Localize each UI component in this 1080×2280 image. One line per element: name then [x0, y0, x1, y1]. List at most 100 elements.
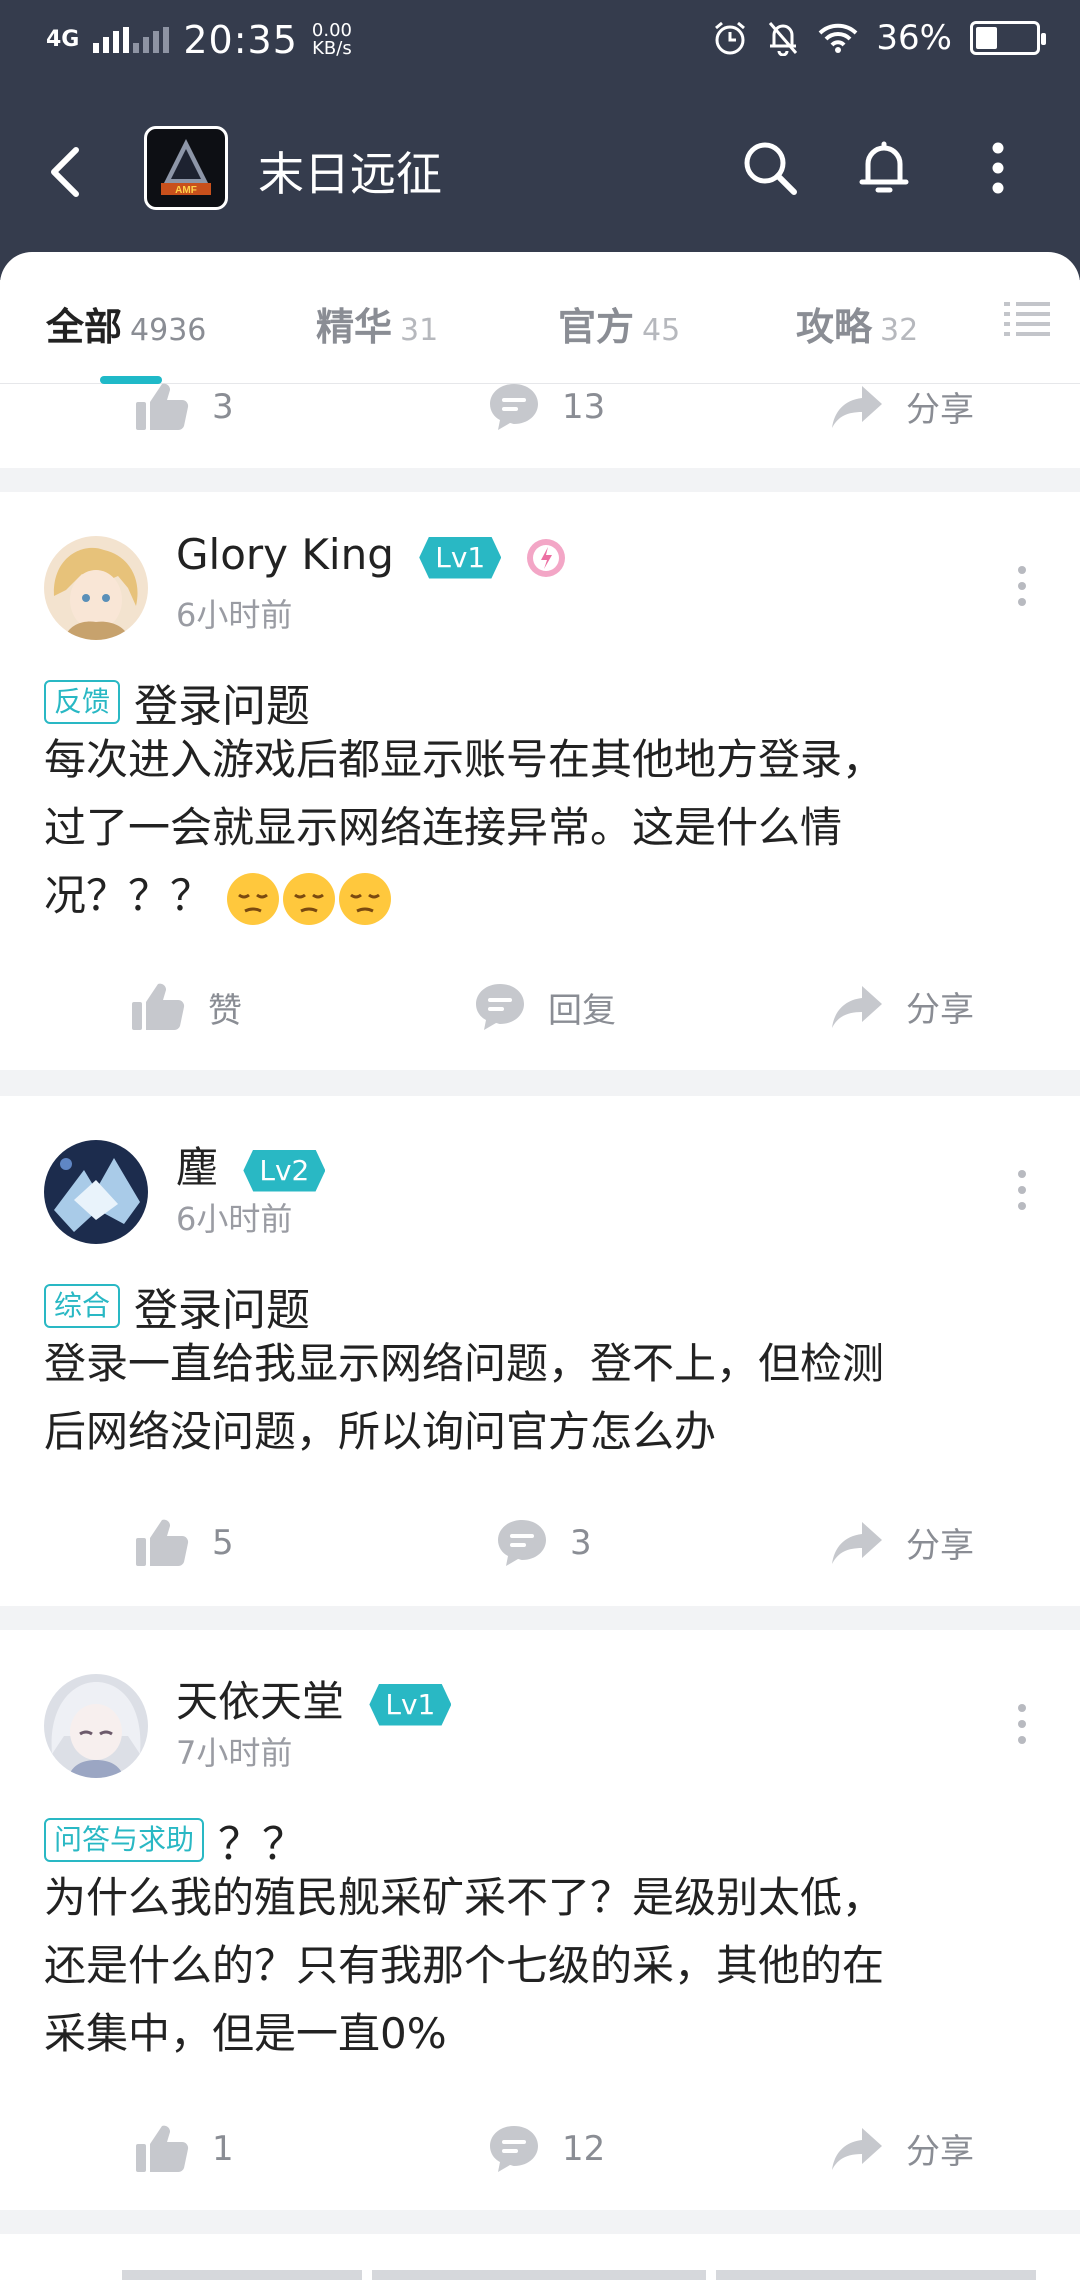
image-placeholder: [122, 2270, 362, 2280]
like-count: 1: [212, 2129, 234, 2169]
comment-button[interactable]: 12: [488, 2124, 605, 2174]
list-menu-icon[interactable]: [1004, 300, 1050, 340]
post-title-row[interactable]: 综合 登录问题: [44, 1274, 310, 1338]
avatar[interactable]: [44, 1674, 148, 1778]
comment-icon: [490, 2126, 538, 2172]
share-button[interactable]: 分享: [830, 2124, 974, 2173]
post-tag: 反馈: [44, 680, 121, 724]
post-title: 登录问题: [134, 1285, 311, 1336]
signal-icon: [93, 27, 170, 53]
status-time: 20:35: [183, 18, 298, 62]
post-more-icon[interactable]: [1014, 1704, 1030, 1754]
mute-bell-icon: [769, 22, 798, 56]
image-placeholder: [716, 2270, 1036, 2280]
comment-count: 13: [562, 387, 606, 427]
nav-bar: AMF 末日远征: [0, 120, 1080, 220]
network-type: 4G: [46, 27, 80, 52]
username[interactable]: Glory King Lv1: [176, 530, 567, 579]
post-body[interactable]: 为什么我的殖民舰采矿采不了？是级别太低， 还是什么的？只有我那个七级的采，其他的…: [44, 1864, 1044, 2068]
post-body-line: 后网络没问题，所以询问官方怎么办: [44, 1407, 717, 1456]
back-icon[interactable]: [42, 142, 92, 202]
bell-icon[interactable]: [852, 136, 916, 200]
post-more-icon[interactable]: [1014, 1170, 1030, 1220]
comment-button[interactable]: 3: [496, 1518, 592, 1568]
post-body-line-with-emoji: 况？？？: [44, 862, 1044, 930]
avatar[interactable]: [44, 536, 148, 640]
post-title-row[interactable]: 问答与求助 ？？: [44, 1808, 306, 1872]
share-icon: [832, 2127, 882, 2170]
level-badge: Lv1: [419, 536, 502, 579]
post-card[interactable]: 天依天堂 Lv1 7小时前 问答与求助 ？？ 为什么我的殖民舰采矿采不了？是级别…: [0, 1630, 1080, 2210]
share-button[interactable]: 分享: [830, 1518, 974, 1567]
status-bar: 4G 20:35 0.00 KB/s 36%: [0, 0, 1080, 84]
share-button[interactable]: 分享: [830, 382, 974, 431]
tab-count: 45: [642, 313, 681, 348]
tab-count: 32: [880, 313, 919, 348]
username-text: 天依天堂: [176, 1677, 345, 1726]
thumbs-up-icon: [136, 1519, 189, 1567]
post-card-partial: 3 13 分享: [0, 382, 1080, 468]
tab-label: 官方: [558, 305, 635, 349]
pensive-emoji-icon: [283, 872, 336, 925]
reply-button[interactable]: 回复: [474, 982, 616, 1032]
tab-count: 4936: [130, 313, 207, 348]
comment-icon: [498, 1520, 546, 1566]
post-card[interactable]: 麈 Lv2 6小时前 综合 登录问题 登录一直给我显示网络问题，登不上，但检测 …: [0, 1096, 1080, 1606]
medal-icon: [526, 538, 565, 577]
reply-label: 回复: [548, 990, 616, 1031]
post-title: 登录问题: [134, 681, 311, 732]
search-icon[interactable]: [738, 136, 802, 200]
tab-guides[interactable]: 攻略 32: [796, 296, 918, 351]
tab-all[interactable]: 全部 4936: [46, 296, 206, 351]
network-speed: 0.00 KB/s: [312, 22, 352, 58]
app-logo: AMF: [144, 126, 228, 210]
share-label: 分享: [906, 2132, 974, 2172]
thumbs-up-icon: [136, 383, 189, 431]
like-button[interactable]: 1: [134, 2124, 234, 2174]
username[interactable]: 麈 Lv2: [176, 1134, 326, 1195]
post-title: ？？: [218, 1819, 307, 1870]
category-tabs: 全部 4936 精华 31 官方 45 攻略 32: [0, 252, 1080, 384]
comment-count: 12: [562, 2129, 606, 2169]
post-body-line: 登录一直给我显示网络问题，登不上，但检测: [44, 1339, 885, 1388]
like-button[interactable]: 3: [134, 382, 234, 432]
comment-button[interactable]: 13: [488, 382, 605, 432]
share-icon: [832, 1521, 882, 1564]
post-tag: 问答与求助: [44, 1818, 205, 1862]
post-body[interactable]: 登录一直给我显示网络问题，登不上，但检测 后网络没问题，所以询问官方怎么办: [44, 1330, 1044, 1466]
share-icon: [832, 985, 882, 1028]
avatar[interactable]: [44, 1140, 148, 1244]
share-label: 分享: [906, 390, 974, 430]
level-badge: Lv1: [369, 1683, 452, 1726]
like-button[interactable]: 5: [134, 1518, 234, 1568]
like-button[interactable]: 赞: [130, 982, 242, 1032]
post-card[interactable]: Glory King Lv1 6小时前 反馈 登录问题 每次进入游戏后都显示账号…: [0, 492, 1080, 1070]
app-title: 末日远征: [258, 147, 442, 201]
image-placeholder: [372, 2270, 706, 2280]
thumbs-up-icon: [132, 983, 185, 1031]
username-text: Glory King: [176, 530, 394, 579]
wifi-icon: [819, 23, 858, 53]
level-badge: Lv2: [243, 1149, 326, 1192]
post-title-row[interactable]: 反馈 登录问题: [44, 670, 310, 734]
comment-icon: [476, 984, 524, 1030]
username[interactable]: 天依天堂 Lv1: [176, 1668, 452, 1729]
tab-featured[interactable]: 精华 31: [316, 296, 438, 351]
tab-official[interactable]: 官方 45: [558, 296, 680, 351]
post-time: 6小时前: [176, 1200, 293, 1238]
post-body-line: 过了一会就显示网络连接异常。这是什么情: [44, 803, 843, 852]
tab-label: 全部: [46, 305, 123, 349]
post-time: 6小时前: [176, 596, 293, 634]
alarm-icon: [715, 21, 746, 55]
post-card-next-partial: [0, 2234, 1080, 2280]
post-body-line: 采集中，但是一直0%: [44, 2009, 447, 2058]
more-options-icon[interactable]: [966, 136, 1030, 200]
comment-icon: [490, 384, 538, 430]
tab-label: 攻略: [796, 305, 873, 349]
post-more-icon[interactable]: [1014, 566, 1030, 616]
post-body[interactable]: 每次进入游戏后都显示账号在其他地方登录， 过了一会就显示网络连接异常。这是什么情…: [44, 726, 1044, 930]
share-button[interactable]: 分享: [830, 982, 974, 1031]
like-count: 3: [212, 387, 234, 427]
username-text: 麈: [176, 1143, 219, 1192]
share-label: 分享: [906, 1526, 974, 1566]
